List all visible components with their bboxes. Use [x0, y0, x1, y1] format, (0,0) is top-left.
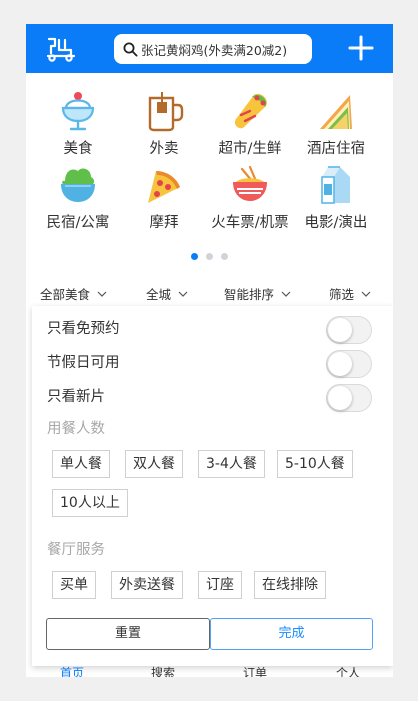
toggle-label: 只看新片: [47, 389, 105, 405]
noodle-bowl-icon: [233, 165, 267, 201]
page-dot[interactable]: [191, 253, 198, 260]
chevron-down-icon: [178, 291, 188, 297]
salad-bowl-icon: [61, 168, 95, 202]
toggle-label: 节假日可用: [47, 355, 120, 371]
diners-section-title: 用餐人数: [47, 421, 105, 437]
chevron-down-icon: [281, 291, 291, 297]
category-tickets[interactable]: 火车票/机票: [204, 163, 296, 232]
toggle-knob: [328, 386, 352, 410]
diners-option[interactable]: 5-10人餐: [277, 450, 353, 478]
pizza-icon: [148, 171, 180, 203]
diners-option[interactable]: 单人餐: [52, 450, 110, 478]
diners-option[interactable]: 3-4人餐: [198, 450, 265, 478]
new-only-toggle[interactable]: [326, 384, 372, 412]
tab-orders[interactable]: 订单: [243, 667, 267, 677]
search-icon: [123, 42, 138, 56]
sandwich-icon: [320, 95, 352, 129]
chevron-down-icon: [97, 291, 107, 297]
category-homestay[interactable]: 民宿/公寓: [32, 163, 124, 232]
service-option[interactable]: 订座: [198, 571, 242, 599]
app-screen: 张记黄焖鸡(外卖满20减2) 美食 外卖 超市/生鲜 酒店住宿 民宿/公寓 摩拜…: [26, 24, 393, 677]
tab-search[interactable]: 搜索: [151, 667, 175, 677]
filter-city[interactable]: 全城: [146, 284, 188, 303]
chevron-down-icon: [361, 291, 371, 297]
filter-all-food[interactable]: 全部美食: [40, 284, 107, 303]
service-option[interactable]: 在线排除: [254, 571, 326, 599]
holiday-toggle[interactable]: [326, 350, 372, 378]
category-takeout[interactable]: 外卖: [118, 89, 210, 158]
ice-cream-icon: [61, 92, 95, 131]
coffee-mug-icon: [148, 92, 184, 132]
scooter-logo-icon[interactable]: [45, 36, 77, 62]
toggle-knob: [328, 318, 352, 342]
tab-profile[interactable]: 个人: [336, 667, 360, 677]
category-mobike[interactable]: 摩拜: [118, 163, 210, 232]
service-option[interactable]: 外卖送餐: [111, 571, 183, 599]
filter-screen[interactable]: 筛选: [329, 284, 371, 303]
done-button[interactable]: 完成: [210, 618, 373, 650]
filter-bar: 全部美食 全城 智能排序 筛选: [26, 276, 393, 306]
top-bar: 张记黄焖鸡(外卖满20减2): [26, 24, 393, 73]
filter-panel: 只看免预约 节假日可用 只看新片 用餐人数 单人餐 双人餐 3-4人餐 5-10…: [32, 306, 393, 666]
filter-sort[interactable]: 智能排序: [224, 284, 291, 303]
service-section-title: 餐厅服务: [47, 542, 105, 558]
burrito-icon: [234, 93, 267, 129]
search-placeholder: 张记黄焖鸡(外卖满20减2): [141, 42, 288, 58]
milk-carton-icon: [321, 166, 350, 204]
toggle-label: 只看免预约: [47, 321, 120, 337]
reset-button[interactable]: 重置: [46, 618, 210, 650]
search-input[interactable]: 张记黄焖鸡(外卖满20减2): [114, 34, 312, 64]
category-movies[interactable]: 电影/演出: [290, 163, 382, 232]
diners-option[interactable]: 10人以上: [52, 489, 128, 517]
plus-icon[interactable]: [348, 35, 374, 61]
diners-option[interactable]: 双人餐: [125, 450, 183, 478]
tab-home[interactable]: 首页: [60, 667, 84, 677]
category-food[interactable]: 美食: [32, 89, 124, 158]
page-indicator: [26, 253, 393, 260]
category-supermarket[interactable]: 超市/生鲜: [204, 89, 296, 158]
toggle-knob: [328, 352, 352, 376]
no-reservation-toggle[interactable]: [326, 316, 372, 344]
category-hotel[interactable]: 酒店住宿: [290, 89, 382, 158]
service-option[interactable]: 买单: [52, 571, 96, 599]
page-dot[interactable]: [206, 253, 213, 260]
page-dot[interactable]: [221, 253, 228, 260]
bottom-tab-bar: 首页 搜索 订单 个人: [26, 666, 393, 677]
